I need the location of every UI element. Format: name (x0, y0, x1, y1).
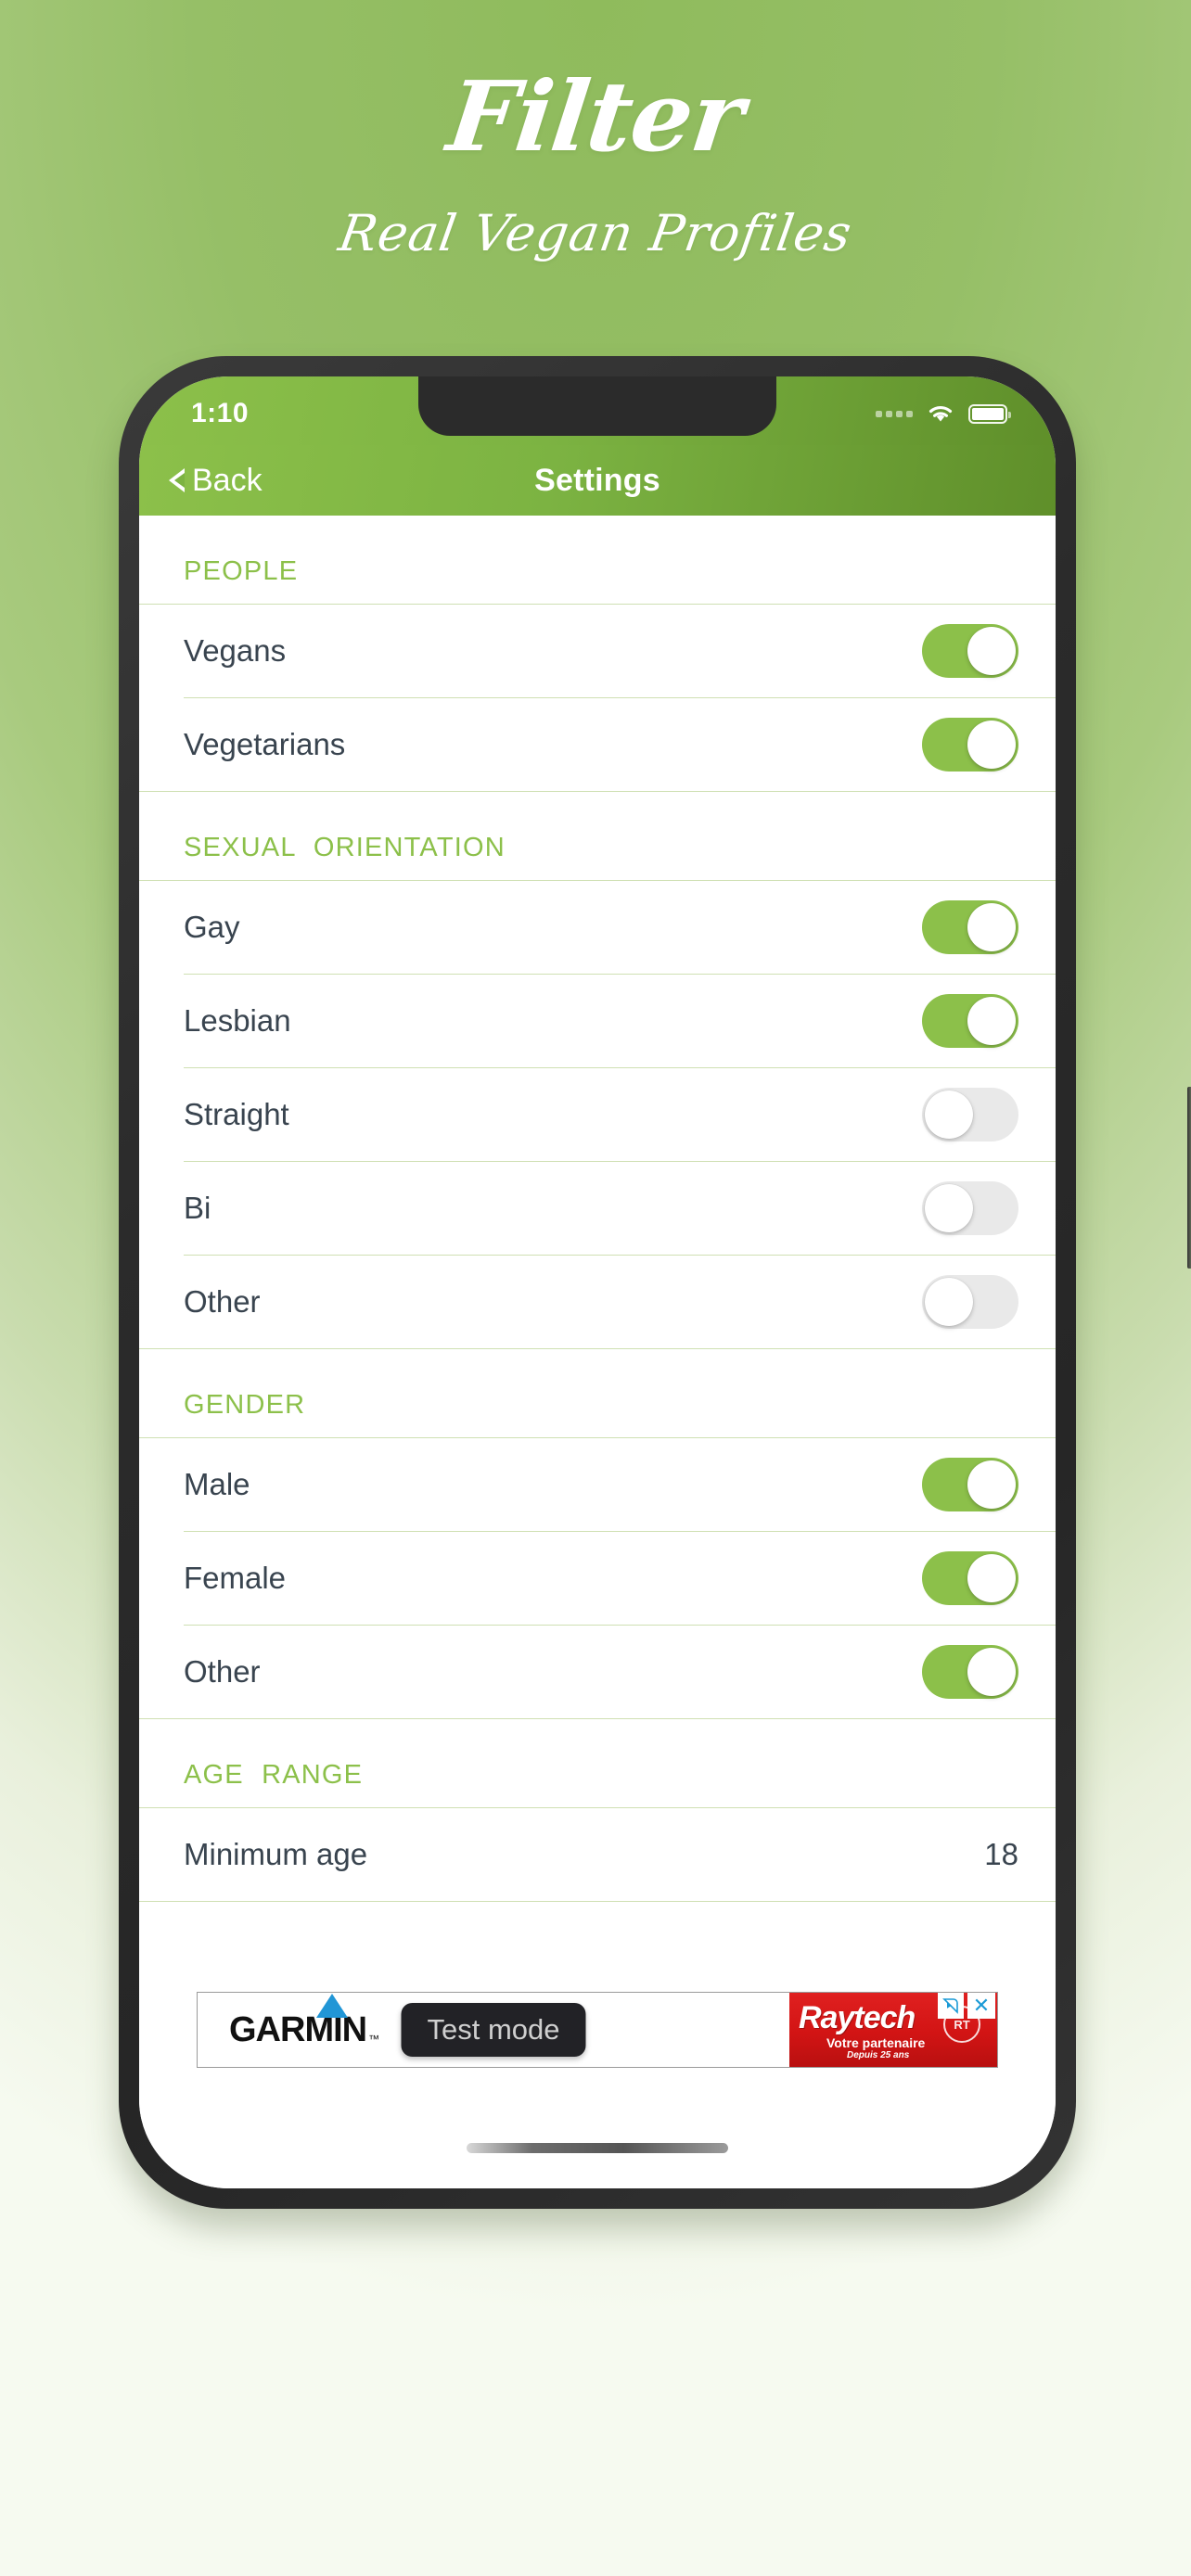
ad-banner[interactable]: GARMIN ™ Test mode Raytech Votre partena… (197, 1992, 998, 2068)
power-button[interactable] (1187, 1087, 1191, 1269)
settings-row-label: Other (184, 1654, 261, 1689)
toggle-knob (925, 1278, 973, 1326)
garmin-logo: GARMIN ™ (229, 1994, 380, 2047)
back-button-label: Back (192, 462, 263, 498)
settings-row[interactable]: Male (139, 1438, 1056, 1531)
toggle-switch[interactable] (922, 1275, 1018, 1329)
status-indicators (876, 402, 1011, 425)
settings-row-label: Female (184, 1561, 287, 1595)
raytech-tagline: Votre partenaire (826, 2035, 926, 2050)
toggle-knob (967, 1648, 1016, 1696)
toggle-knob (967, 721, 1016, 769)
promo-subtitle: Real Vegan Profiles (335, 204, 856, 262)
phone-screen: 1:10 Back Settings PEOPLE Vegans Vegetar… (139, 376, 1056, 2188)
ad-creative[interactable]: GARMIN ™ Test mode (198, 1993, 789, 2067)
settings-row-label: Bi (184, 1191, 211, 1225)
toggle-switch[interactable] (922, 1551, 1018, 1605)
toggle-switch[interactable] (922, 900, 1018, 954)
settings-row[interactable]: Vegetarians (139, 698, 1056, 791)
toggle-switch[interactable] (922, 994, 1018, 1048)
toggle-switch[interactable] (922, 1181, 1018, 1235)
notch (418, 376, 776, 436)
battery-full-icon (968, 403, 1011, 424)
raytech-since: Depuis 25 ans (847, 2050, 910, 2060)
section-header: GENDER (184, 1390, 306, 1420)
settings-row[interactable]: Other (139, 1256, 1056, 1348)
section-divider (139, 1901, 1056, 1902)
toggle-switch[interactable] (922, 1458, 1018, 1511)
settings-row-label: Straight (184, 1097, 289, 1131)
raytech-wordmark: Raytech (799, 2000, 916, 2035)
nav-bar: Back Settings (139, 445, 1056, 516)
ad-partner-panel[interactable]: Raytech Votre partenaire Depuis 25 ans R… (789, 1993, 997, 2067)
back-button[interactable]: Back (169, 463, 263, 499)
toggle-knob (967, 1554, 1016, 1602)
toggle-knob (925, 1090, 973, 1139)
wifi-icon (926, 402, 955, 425)
section-header: SEXUAL ORIENTATION (184, 833, 506, 862)
garmin-trademark: ™ (368, 2033, 380, 2046)
chevron-left-icon (169, 468, 185, 492)
toggle-knob (967, 903, 1016, 951)
settings-list[interactable]: PEOPLE Vegans Vegetarians SEXUAL ORIENTATIO… (139, 516, 1056, 2188)
toggle-switch[interactable] (922, 718, 1018, 772)
settings-row[interactable]: Vegans (139, 605, 1056, 697)
settings-row[interactable]: Straight (139, 1068, 1056, 1161)
garmin-triangle-icon (316, 1994, 349, 2018)
close-icon[interactable]: ✕ (967, 1993, 995, 2019)
toggle-switch[interactable] (922, 1645, 1018, 1699)
settings-row-label: Other (184, 1284, 261, 1319)
page-title: Settings (534, 462, 660, 498)
settings-row-label: Vegetarians (184, 727, 346, 761)
settings-row-label: Male (184, 1467, 250, 1501)
settings-row[interactable]: Bi (139, 1162, 1056, 1255)
phone-mockup: 1:10 Back Settings PEOPLE Vegans Vegetar… (119, 356, 1191, 2209)
toggle-knob (925, 1184, 973, 1232)
settings-row[interactable]: Female (139, 1532, 1056, 1625)
toggle-knob (967, 627, 1016, 675)
settings-row[interactable]: Other (139, 1626, 1056, 1718)
adchoices-icon[interactable] (938, 1993, 964, 2019)
toggle-knob (967, 1460, 1016, 1509)
settings-row-label: Vegans (184, 633, 287, 668)
section-header: PEOPLE (184, 556, 299, 586)
toggle-switch[interactable] (922, 1088, 1018, 1141)
promo-title: Filter (442, 59, 749, 173)
settings-row[interactable]: Minimum age 18 (139, 1808, 1056, 1901)
test-mode-badge: Test mode (401, 2003, 586, 2057)
promo-text-block: Filter Real Vegan Profiles (0, 59, 1191, 262)
settings-row-value: 18 (984, 1837, 1018, 1871)
section-header: AGE RANGE (184, 1760, 364, 1790)
settings-row[interactable]: Gay (139, 881, 1056, 974)
signal-dots-icon (876, 410, 913, 417)
promo-screenshot: Filter Real Vegan Profiles 1:10 Back Set… (0, 0, 1191, 2576)
toggle-knob (967, 997, 1016, 1045)
toggle-switch[interactable] (922, 624, 1018, 678)
settings-row-label: Lesbian (184, 1003, 291, 1038)
settings-row[interactable]: Lesbian (139, 975, 1056, 1067)
status-time: 1:10 (191, 398, 250, 428)
settings-row-label: Gay (184, 910, 240, 944)
home-indicator[interactable] (467, 2143, 728, 2153)
settings-row-label: Minimum age (184, 1837, 368, 1871)
